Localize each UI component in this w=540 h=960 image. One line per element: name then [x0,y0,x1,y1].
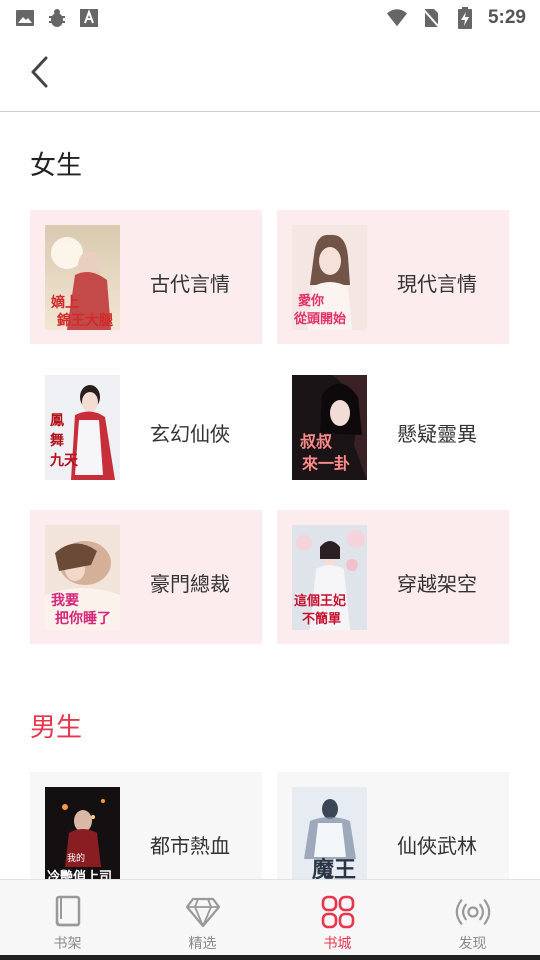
nav-label: 发现 [458,936,487,952]
category-card-mystery[interactable]: 叔叔 來一卦 懸疑靈異 [277,360,509,494]
chevron-left-icon [28,54,52,94]
nav-item-featured[interactable]: 精选 [135,880,270,960]
app-header [0,36,540,112]
svg-text:叔叔: 叔叔 [300,432,333,451]
svg-text:我的: 我的 [67,852,85,864]
svg-text:這個王妃: 這個王妃 [294,593,346,609]
category-content[interactable]: 女生 嫡上 錦王大腿 古代言情 愛你 從頭開始 現代言情 鳳 舞 九天 玄幻仙俠… [0,113,540,879]
status-bar: 5:29 [0,0,540,36]
category-label: 現代言情 [397,272,477,296]
nav-item-bookstore[interactable]: 书城 [270,880,405,960]
category-card-wuxia[interactable]: 魔王 仙俠武林 [277,772,509,879]
no-sim-icon [420,7,442,29]
nav-item-discover[interactable]: 发现 [405,880,540,960]
category-card-time-travel[interactable]: 這個王妃 不簡單 穿越架空 [277,510,509,644]
svg-text:嫡上: 嫡上 [51,294,79,311]
svg-text:把你睡了: 把你睡了 [55,610,111,627]
book-cover: 我要 把你睡了 [45,525,120,630]
book-cover: 愛你 從頭開始 [292,225,367,330]
svg-text:錦王大腿: 錦王大腿 [57,312,113,329]
book-cover: 鳳 舞 九天 [45,375,120,480]
category-card-urban[interactable]: 我的 冷艷俏上司 都市熱血 [30,772,262,879]
svg-text:九天: 九天 [49,453,79,469]
system-gesture-bar [0,955,540,960]
status-time: 5:29 [487,7,526,28]
status-left-icons [14,7,100,29]
nav-label: 书城 [323,936,352,952]
status-right-icons: 5:29 [386,7,526,29]
category-card-modern-romance[interactable]: 愛你 從頭開始 現代言情 [277,210,509,344]
diamond-icon [185,894,221,930]
svg-text:來一卦: 來一卦 [302,454,350,473]
category-label: 懸疑靈異 [397,422,477,446]
back-button[interactable] [18,52,62,96]
category-card-ancient-romance[interactable]: 嫡上 錦王大腿 古代言情 [30,210,262,344]
svg-text:冷艷俏上司: 冷艷俏上司 [47,869,112,879]
category-card-ceo[interactable]: 我要 把你睡了 豪門總裁 [30,510,262,644]
wifi-icon [386,7,408,29]
category-label: 仙俠武林 [397,834,477,858]
nav-item-bookshelf[interactable]: 书架 [0,880,135,960]
male-section-title: 男生 [30,713,83,743]
svg-text:不簡單: 不簡單 [302,611,341,627]
bug-icon [46,7,68,29]
category-label: 穿越架空 [397,572,477,596]
book-cover: 這個王妃 不簡單 [292,525,367,630]
category-label: 玄幻仙俠 [150,422,230,446]
svg-text:舞: 舞 [50,432,64,449]
broadcast-icon [455,894,491,930]
category-card-xianxia[interactable]: 鳳 舞 九天 玄幻仙俠 [30,360,262,494]
nav-label: 精选 [188,936,217,952]
svg-text:從頭開始: 從頭開始 [293,311,346,327]
book-cover: 我的 冷艷俏上司 [45,787,120,879]
grid-icon [320,894,356,930]
bottom-nav: 书架 精选 书城 发现 [0,879,540,960]
font-a-icon [78,7,100,29]
nav-label: 书架 [53,936,82,952]
image-icon [14,7,36,29]
book-icon [50,894,86,930]
battery-charging-icon [454,7,476,29]
book-cover: 嫡上 錦王大腿 [45,225,120,330]
svg-text:魔王: 魔王 [312,857,356,879]
category-label: 豪門總裁 [150,572,230,596]
svg-text:鳳: 鳳 [50,413,64,429]
female-section-title: 女生 [30,151,83,181]
book-cover: 魔王 [292,787,367,879]
category-label: 都市熱血 [150,834,230,858]
book-cover: 叔叔 來一卦 [292,375,367,480]
category-label: 古代言情 [150,272,230,296]
svg-text:愛你: 愛你 [298,293,324,309]
svg-text:我要: 我要 [51,593,79,609]
